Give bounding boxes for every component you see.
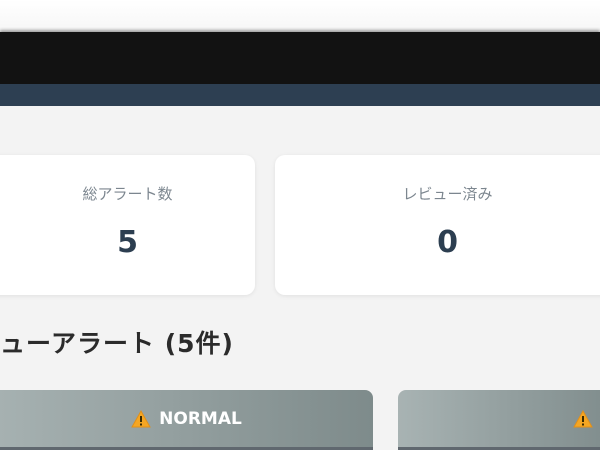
stat-card-reviewed: レビュー済み 0 [275, 155, 600, 295]
alert-severity: NORMAL [159, 409, 242, 429]
alert-card-header [398, 390, 600, 448]
warning-icon [573, 410, 593, 428]
alert-card-header: NORMAL [0, 390, 373, 448]
browser-top-strip [0, 0, 600, 30]
alert-card[interactable]: NORMAL [0, 390, 373, 450]
app-header-bar [0, 32, 600, 84]
stat-value-total-alerts: 5 [117, 225, 138, 260]
section-title: ューアラート (5件) [0, 329, 234, 358]
nav-bar [0, 84, 600, 106]
alert-card[interactable] [398, 390, 600, 450]
stat-value-reviewed: 0 [437, 225, 458, 260]
stat-label-reviewed: レビュー済み [402, 185, 493, 203]
stat-label-total-alerts: 総アラート数 [82, 185, 173, 203]
warning-icon [131, 410, 152, 428]
stat-card-total-alerts: 総アラート数 5 [0, 155, 255, 295]
